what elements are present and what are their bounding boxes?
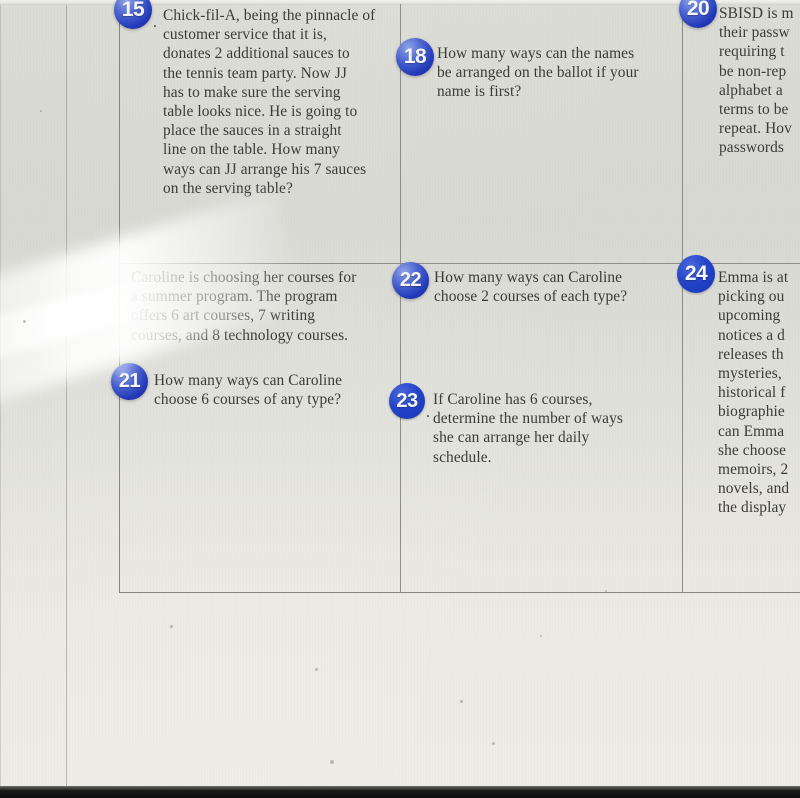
q15-line: the tennis team party. Now JJ xyxy=(163,64,347,82)
q22-line: How many ways can Caroline xyxy=(434,269,623,286)
table-border-bottom xyxy=(119,592,800,593)
question-18-text: How many ways can the names be arranged … xyxy=(437,44,639,102)
question-20-text: SBISD is m their passw requiring t be no… xyxy=(719,4,794,158)
question-badge-22: 22 xyxy=(392,262,429,299)
q15-line: has to make sure the serving xyxy=(163,83,341,101)
q20-line: their passw xyxy=(719,24,790,42)
q15-line: ways can JJ arrange his 7 sauces xyxy=(163,160,367,178)
q24-line: Emma is at xyxy=(718,269,789,286)
q23-line: she can arrange her daily xyxy=(433,429,590,447)
q24-line: mysteries, xyxy=(718,365,782,383)
page-edge-line-left xyxy=(0,5,1,786)
q15-line: on the serving table? xyxy=(163,179,293,197)
question-badge-23: 23 xyxy=(389,383,425,419)
q15-line: customer service that it is, xyxy=(163,26,327,44)
q15-line: line on the table. How many xyxy=(163,141,341,159)
table-border-left xyxy=(119,4,120,593)
q24-line: picking ou xyxy=(718,288,785,306)
q15-line: place the sauces in a straight xyxy=(163,122,342,140)
photo-bottom-dark-edge xyxy=(0,786,800,798)
q24-line: biographie xyxy=(718,403,785,421)
question-23-period: . xyxy=(426,404,430,421)
q23-line: schedule. xyxy=(433,448,492,466)
q24-line: notices a d xyxy=(718,326,785,344)
stem-line: offers 6 art courses, 7 writing xyxy=(131,307,316,325)
q20-line: alphabet a xyxy=(719,81,783,99)
question-15-period: . xyxy=(153,14,157,31)
q24-line: can Emma xyxy=(718,422,785,440)
q15-line: donates 2 additional sauces to xyxy=(163,45,350,63)
q21-line: How many ways can Caroline xyxy=(154,372,343,389)
q22-line: choose 2 courses of each type? xyxy=(434,288,628,306)
question-24-text: Emma is at picking ou upcoming notices a… xyxy=(718,268,789,518)
table-column-divider-3 xyxy=(400,264,401,593)
q24-line: upcoming xyxy=(718,307,781,325)
q15-line: table looks nice. He is going to xyxy=(163,103,358,121)
q18-line: be arranged on the ballot if your xyxy=(437,64,639,82)
caroline-problem-stem-text: Caroline is choosing her courses for a s… xyxy=(131,268,356,345)
q20-line: requiring t xyxy=(719,43,785,61)
question-badge-21: 21 xyxy=(111,363,148,400)
page-fold-crease-line xyxy=(66,5,67,786)
stem-line: Caroline is choosing her courses for xyxy=(131,269,357,286)
q18-line: name is first? xyxy=(437,83,522,101)
question-23-text: If Caroline has 6 courses, determine the… xyxy=(433,390,623,467)
q15-line: Chick-fil-A, being the pinnacle of xyxy=(163,7,376,24)
q20-line: terms to be xyxy=(719,101,789,119)
question-badge-24: 24 xyxy=(677,255,715,293)
question-21-text: How many ways can Caroline choose 6 cour… xyxy=(154,371,342,409)
question-22-text: How many ways can Caroline choose 2 cour… xyxy=(434,268,627,306)
stem-line: a summer program. The program xyxy=(131,288,338,306)
q20-line: passwords xyxy=(719,139,785,157)
q23-line: If Caroline has 6 courses, xyxy=(433,391,593,408)
q24-line: memoirs, 2 xyxy=(718,461,789,479)
q24-line: novels, and xyxy=(718,480,790,498)
q18-line: How many ways can the names xyxy=(437,45,635,62)
stem-line: courses, and 8 technology courses. xyxy=(131,326,349,344)
q24-line: she choose xyxy=(718,441,787,459)
worksheet-photo: 15 . Chick-fil-A, being the pinnacle of … xyxy=(0,0,800,798)
q20-line: repeat. Hov xyxy=(719,120,792,138)
question-badge-18: 18 xyxy=(396,38,434,76)
q20-line: SBISD is m xyxy=(719,5,794,22)
q24-line: the display xyxy=(718,499,787,517)
q24-line: releases th xyxy=(718,345,784,363)
question-15-text: Chick-fil-A, being the pinnacle of custo… xyxy=(163,6,375,198)
q20-line: be non-rep xyxy=(719,62,787,80)
q23-line: determine the number of ways xyxy=(433,410,623,428)
table-column-divider-2 xyxy=(682,4,683,593)
q21-line: choose 6 courses of any type? xyxy=(154,391,342,409)
q24-line: historical f xyxy=(718,384,786,402)
